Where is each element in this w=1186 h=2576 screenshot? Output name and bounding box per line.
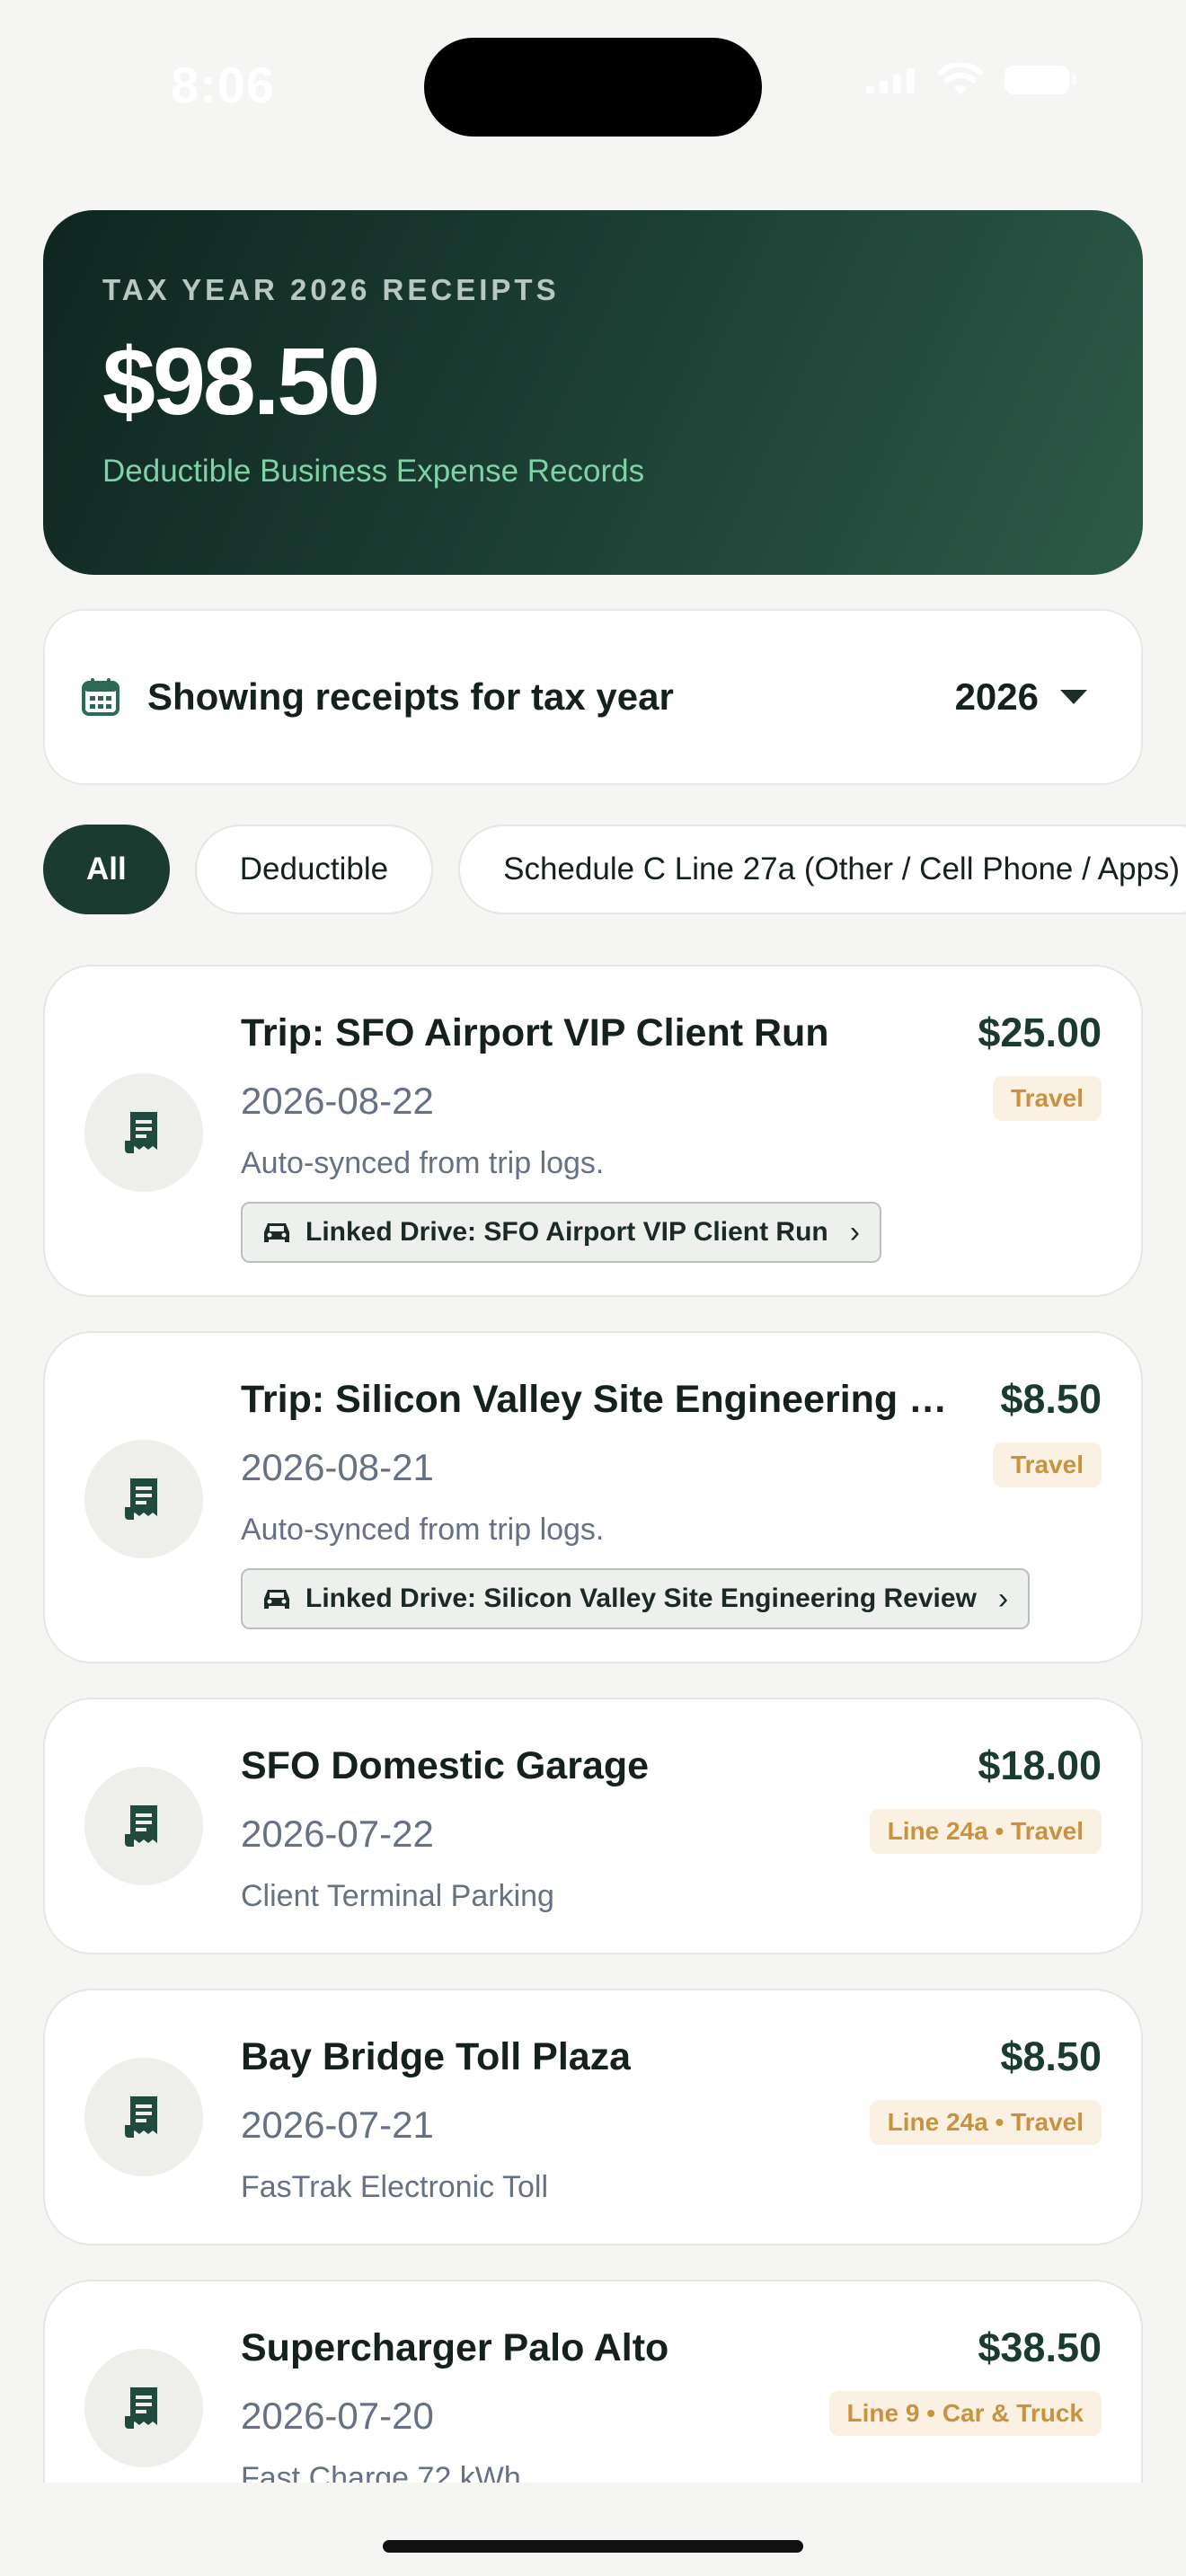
receipt-icon xyxy=(125,1805,157,1847)
linked-drive-label: Linked Drive: Silicon Valley Site Engine… xyxy=(305,1584,977,1613)
receipt-card[interactable]: Trip: SFO Airport VIP Client Run $25.00 … xyxy=(43,965,1143,1297)
home-indicator[interactable] xyxy=(383,2540,803,2553)
summary-kicker: TAX YEAR 2026 RECEIPTS xyxy=(102,273,560,306)
receipt-title: Trip: SFO Airport VIP Client Run xyxy=(241,1011,829,1054)
receipt-amount: $18.00 xyxy=(978,1742,1102,1788)
tax-year-label: Showing receipts for tax year xyxy=(147,675,674,718)
receipt-icon-badge xyxy=(84,2349,203,2467)
tax-year-value[interactable]: 2026 xyxy=(955,675,1039,719)
receipt-amount: $38.50 xyxy=(978,2325,1102,2370)
receipt-title: SFO Domestic Garage xyxy=(241,1744,650,1787)
receipt-category-badge: Line 9 • Car & Truck xyxy=(828,2391,1102,2436)
receipt-icon-badge xyxy=(84,2058,203,2176)
chevron-right-icon: › xyxy=(997,1581,1009,1616)
receipt-icon xyxy=(125,2096,157,2138)
status-bar: 8:06 xyxy=(0,0,1186,171)
filter-chips: All Deductible Schedule C Line 27a (Othe… xyxy=(43,825,1186,916)
status-time: 8:06 xyxy=(171,57,276,113)
receipt-date: 2026-07-21 xyxy=(241,2104,434,2146)
receipt-title: Bay Bridge Toll Plaza xyxy=(241,2035,632,2078)
receipt-note: Auto-synced from trip logs. xyxy=(241,1146,605,1180)
receipt-icon xyxy=(125,2387,157,2429)
chevron-down-icon[interactable] xyxy=(1060,690,1087,704)
receipt-category-badge: Line 24a • Travel xyxy=(869,1809,1102,1854)
summary-total-amount: $98.50 xyxy=(102,329,380,435)
receipt-title: Trip: Silicon Valley Site Engineering Re… xyxy=(241,1378,960,1421)
receipt-date: 2026-07-22 xyxy=(241,1813,434,1855)
receipt-amount: $8.50 xyxy=(1000,1376,1102,1422)
linked-drive-button[interactable]: Linked Drive: SFO Airport VIP Client Run… xyxy=(241,1202,882,1263)
receipt-title: Supercharger Palo Alto xyxy=(241,2326,669,2369)
receipt-icon-badge xyxy=(84,1767,203,1885)
dynamic-island xyxy=(424,38,762,137)
signal-icon xyxy=(866,68,915,93)
receipt-icon xyxy=(125,1112,157,1153)
tax-summary-card: TAX YEAR 2026 RECEIPTS $98.50 Deductible… xyxy=(43,210,1143,575)
battery-icon xyxy=(1005,66,1076,94)
receipt-note: Auto-synced from trip logs. xyxy=(241,1513,605,1547)
receipt-amount: $25.00 xyxy=(978,1010,1102,1055)
car-icon xyxy=(264,1223,289,1242)
receipt-note: FasTrak Electronic Toll xyxy=(241,2170,548,2204)
receipt-note: Client Terminal Parking xyxy=(241,1879,554,1913)
receipt-card[interactable]: SFO Domestic Garage $18.00 Line 24a • Tr… xyxy=(43,1698,1143,1954)
receipt-date: 2026-08-21 xyxy=(241,1446,434,1488)
receipt-category-badge: Travel xyxy=(993,1442,1102,1487)
calendar-icon xyxy=(82,678,119,716)
receipt-note: Fast Charge 72 kWh xyxy=(241,2461,521,2483)
status-icons xyxy=(866,63,1078,97)
receipt-icon xyxy=(125,1478,157,1520)
receipt-date: 2026-07-20 xyxy=(241,2395,434,2437)
receipt-card[interactable]: Trip: Silicon Valley Site Engineering Re… xyxy=(43,1331,1143,1663)
filter-chip-deductible[interactable]: Deductible xyxy=(194,825,434,914)
receipt-category-badge: Line 24a • Travel xyxy=(869,2100,1102,2145)
filter-chip-schedule-c-line-27a[interactable]: Schedule C Line 27a (Other / Cell Phone … xyxy=(458,825,1186,914)
receipts-list: Trip: SFO Airport VIP Client Run $25.00 … xyxy=(43,965,1143,2483)
receipt-card[interactable]: Bay Bridge Toll Plaza $8.50 Line 24a • T… xyxy=(43,1989,1143,2245)
linked-drive-button[interactable]: Linked Drive: Silicon Valley Site Engine… xyxy=(241,1568,1031,1629)
receipt-amount: $8.50 xyxy=(1000,2033,1102,2079)
summary-subtitle: Deductible Business Expense Records xyxy=(102,454,645,490)
wifi-icon xyxy=(938,63,983,95)
linked-drive-label: Linked Drive: SFO Airport VIP Client Run xyxy=(305,1217,828,1247)
tax-year-selector[interactable]: Showing receipts for tax year 2026 xyxy=(43,609,1143,785)
receipt-date: 2026-08-22 xyxy=(241,1080,434,1122)
receipt-icon-badge xyxy=(84,1073,203,1192)
filter-chip-all[interactable]: All xyxy=(43,825,170,914)
receipt-icon-badge xyxy=(84,1440,203,1558)
car-icon xyxy=(264,1590,289,1609)
receipt-category-badge: Travel xyxy=(993,1076,1102,1121)
receipt-card[interactable]: Supercharger Palo Alto $38.50 Line 9 • C… xyxy=(43,2280,1143,2483)
chevron-right-icon: › xyxy=(849,1214,861,1249)
